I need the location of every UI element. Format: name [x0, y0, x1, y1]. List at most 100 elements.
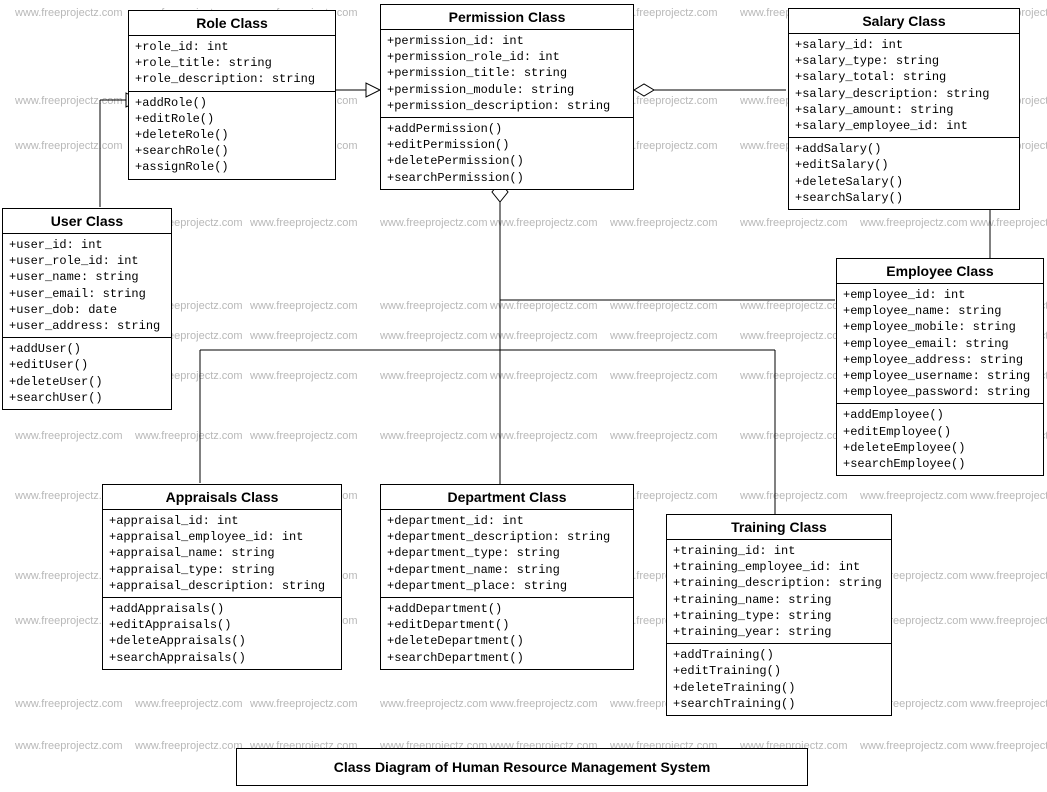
class-member: +addPermission()	[387, 121, 627, 137]
class-training-methods: +addTraining()+editTraining()+deleteTrai…	[667, 644, 891, 715]
class-member: +salary_amount: string	[795, 102, 1013, 118]
class-member: +deleteRole()	[135, 127, 329, 143]
watermark-text: www.freeprojectz.com	[490, 370, 598, 382]
watermark-text: www.freeprojectz.com	[135, 740, 243, 752]
class-member: +training_year: string	[673, 624, 885, 640]
class-employee-attributes: +employee_id: int+employee_name: string+…	[837, 284, 1043, 404]
watermark-text: www.freeprojectz.com	[610, 217, 718, 229]
class-training: Training Class +training_id: int+trainin…	[666, 514, 892, 716]
class-member: +employee_username: string	[843, 368, 1037, 384]
class-employee-header: Employee Class	[837, 259, 1043, 284]
class-permission-attributes: +permission_id: int+permission_role_id: …	[381, 30, 633, 118]
class-member: +permission_id: int	[387, 33, 627, 49]
class-member: +deleteUser()	[9, 374, 165, 390]
class-member: +appraisal_id: int	[109, 513, 335, 529]
class-member: +employee_mobile: string	[843, 319, 1037, 335]
class-member: +editSalary()	[795, 157, 1013, 173]
class-user-attributes: +user_id: int+user_role_id: int+user_nam…	[3, 234, 171, 338]
class-department: Department Class +department_id: int+dep…	[380, 484, 634, 670]
class-member: +editEmployee()	[843, 424, 1037, 440]
class-member: +deleteEmployee()	[843, 440, 1037, 456]
class-salary-attributes: +salary_id: int+salary_type: string+sala…	[789, 34, 1019, 138]
class-member: +salary_description: string	[795, 86, 1013, 102]
class-member: +employee_id: int	[843, 287, 1037, 303]
class-salary-methods: +addSalary()+editSalary()+deleteSalary()…	[789, 138, 1019, 209]
class-member: +training_employee_id: int	[673, 559, 885, 575]
watermark-text: www.freeprojectz.com	[15, 95, 123, 107]
class-member: +searchRole()	[135, 143, 329, 159]
watermark-text: www.freeprojectz.com	[490, 698, 598, 710]
class-member: +salary_total: string	[795, 69, 1013, 85]
class-appraisals-attributes: +appraisal_id: int+appraisal_employee_id…	[103, 510, 341, 598]
watermark-text: www.freeprojectz.com	[380, 430, 488, 442]
watermark-text: www.freeprojectz.com	[250, 430, 358, 442]
class-member: +role_id: int	[135, 39, 329, 55]
class-member: +deleteSalary()	[795, 174, 1013, 190]
class-member: +editDepartment()	[387, 617, 627, 633]
watermark-text: www.freeprojectz.com	[490, 430, 598, 442]
class-permission: Permission Class +permission_id: int+per…	[380, 4, 634, 190]
class-member: +editAppraisals()	[109, 617, 335, 633]
class-member: +user_email: string	[9, 286, 165, 302]
watermark-text: www.freeprojectz.com	[860, 217, 968, 229]
watermark-text: www.freeprojectz.com	[380, 300, 488, 312]
class-member: +editUser()	[9, 357, 165, 373]
class-member: +training_type: string	[673, 608, 885, 624]
watermark-text: www.freeprojectz.com	[970, 698, 1047, 710]
class-member: +salary_id: int	[795, 37, 1013, 53]
watermark-text: www.freeprojectz.com	[15, 7, 123, 19]
class-member: +user_address: string	[9, 318, 165, 334]
class-member: +employee_name: string	[843, 303, 1037, 319]
class-member: +addRole()	[135, 95, 329, 111]
class-member: +appraisal_name: string	[109, 545, 335, 561]
watermark-text: www.freeprojectz.com	[250, 300, 358, 312]
watermark-text: www.freeprojectz.com	[490, 217, 598, 229]
class-member: +assignRole()	[135, 159, 329, 175]
watermark-text: www.freeprojectz.com	[610, 430, 718, 442]
class-member: +searchUser()	[9, 390, 165, 406]
class-member: +searchAppraisals()	[109, 650, 335, 666]
class-employee-methods: +addEmployee()+editEmployee()+deleteEmpl…	[837, 404, 1043, 475]
class-member: +searchDepartment()	[387, 650, 627, 666]
watermark-text: www.freeprojectz.com	[135, 698, 243, 710]
class-role-attributes: +role_id: int+role_title: string+role_de…	[129, 36, 335, 92]
watermark-text: www.freeprojectz.com	[15, 140, 123, 152]
watermark-text: www.freeprojectz.com	[135, 430, 243, 442]
diagram-title: Class Diagram of Human Resource Manageme…	[236, 748, 808, 786]
class-member: +deleteTraining()	[673, 680, 885, 696]
class-member: +training_name: string	[673, 592, 885, 608]
class-role-methods: +addRole()+editRole()+deleteRole()+searc…	[129, 92, 335, 179]
watermark-text: www.freeprojectz.com	[740, 490, 848, 502]
class-appraisals-methods: +addAppraisals()+editAppraisals()+delete…	[103, 598, 341, 669]
class-member: +user_id: int	[9, 237, 165, 253]
watermark-text: www.freeprojectz.com	[490, 330, 598, 342]
class-department-attributes: +department_id: int+department_descripti…	[381, 510, 633, 598]
watermark-text: www.freeprojectz.com	[740, 370, 848, 382]
class-member: +user_role_id: int	[9, 253, 165, 269]
watermark-text: www.freeprojectz.com	[250, 370, 358, 382]
watermark-text: www.freeprojectz.com	[970, 615, 1047, 627]
class-member: +role_title: string	[135, 55, 329, 71]
watermark-text: www.freeprojectz.com	[740, 217, 848, 229]
class-member: +addAppraisals()	[109, 601, 335, 617]
watermark-text: www.freeprojectz.com	[380, 330, 488, 342]
class-member: +addSalary()	[795, 141, 1013, 157]
watermark-text: www.freeprojectz.com	[740, 430, 848, 442]
class-member: +addUser()	[9, 341, 165, 357]
class-permission-methods: +addPermission()+editPermission()+delete…	[381, 118, 633, 189]
class-member: +searchEmployee()	[843, 456, 1037, 472]
class-member: +deletePermission()	[387, 153, 627, 169]
class-appraisals: Appraisals Class +appraisal_id: int+appr…	[102, 484, 342, 670]
watermark-text: www.freeprojectz.com	[610, 330, 718, 342]
class-salary: Salary Class +salary_id: int+salary_type…	[788, 8, 1020, 210]
class-member: +appraisal_type: string	[109, 562, 335, 578]
class-employee: Employee Class +employee_id: int+employe…	[836, 258, 1044, 476]
class-member: +appraisal_description: string	[109, 578, 335, 594]
class-member: +department_place: string	[387, 578, 627, 594]
class-member: +employee_password: string	[843, 384, 1037, 400]
class-member: +role_description: string	[135, 71, 329, 87]
class-member: +searchTraining()	[673, 696, 885, 712]
class-member: +department_type: string	[387, 545, 627, 561]
watermark-text: www.freeprojectz.com	[380, 370, 488, 382]
class-appraisals-header: Appraisals Class	[103, 485, 341, 510]
